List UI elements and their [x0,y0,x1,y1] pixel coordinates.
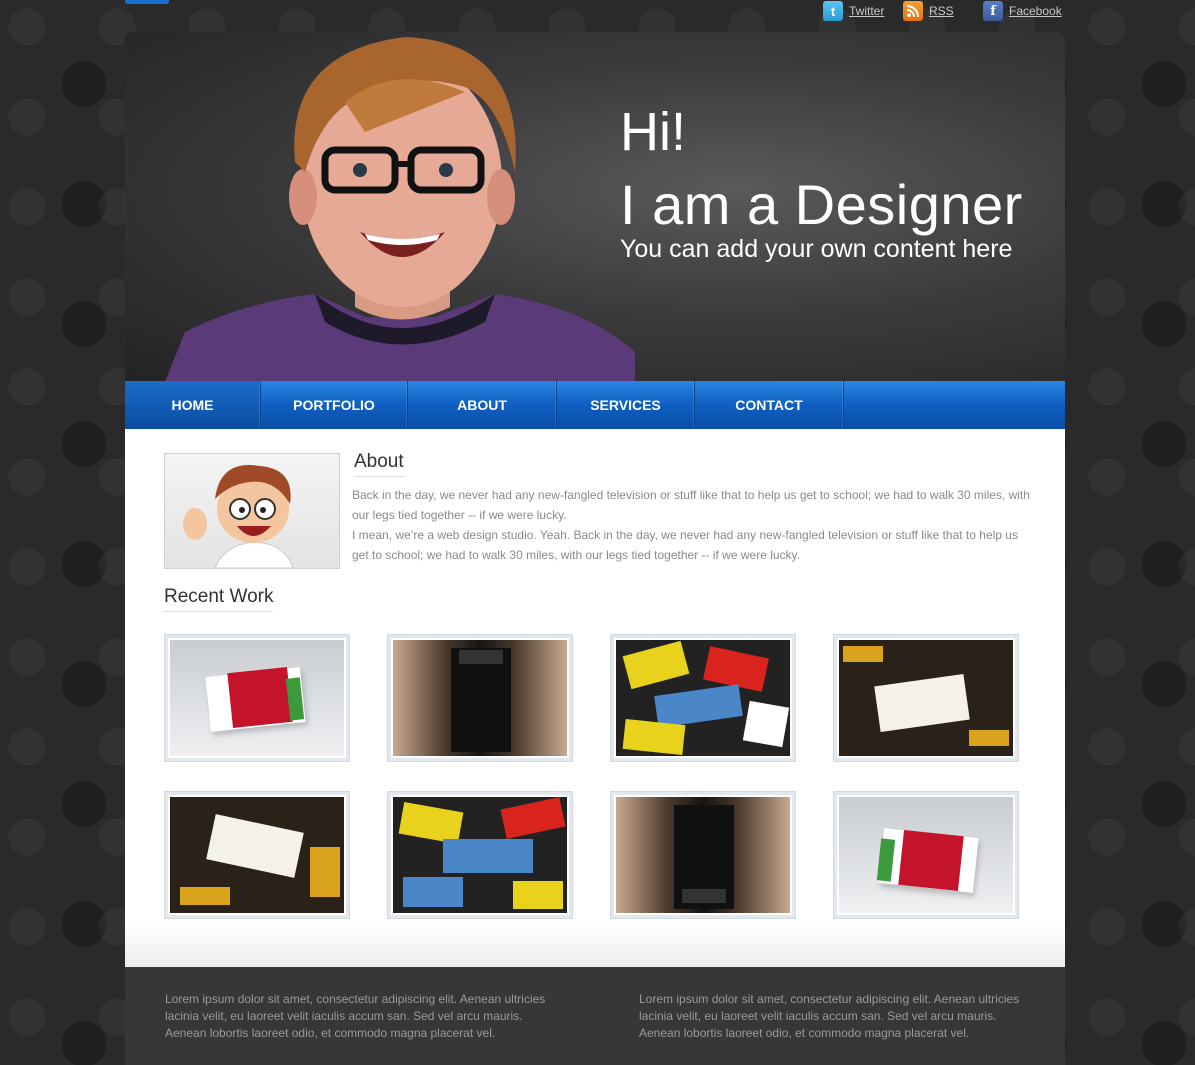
rss-label: RSS [929,4,954,18]
hero-subtitle: You can add your own content here [620,235,1013,263]
hero-greeting: Hi! [620,102,686,162]
hero-banner: Hi! I am a Designer You can add your own… [125,32,1065,382]
cartoon-avatar-image [183,464,294,568]
about-paragraph-1: Back in the day, we never had any new-fa… [352,488,1030,522]
footer: Lorem ipsum dolor sit amet, consectetur … [125,967,1065,1065]
nav-about[interactable]: ABOUT [408,381,557,429]
about-avatar [164,453,340,569]
hero-title: I am a Designer [620,173,1023,236]
twitter-link[interactable]: t Twitter [823,0,884,22]
nav-home[interactable]: HOME [125,381,261,429]
main-nav: HOME PORTFOLIO ABOUT SERVICES CONTACT [125,381,1065,429]
about-paragraph-2: I mean, we’re a web design studio. Yeah.… [352,528,1018,562]
portfolio-thumb[interactable] [165,792,349,918]
portfolio-thumb[interactable] [388,792,572,918]
about-heading: About [354,451,404,477]
rss-icon [903,1,923,21]
twitter-label: Twitter [849,4,885,18]
footer-text-1: Lorem ipsum dolor sit amet, consectetur … [165,992,546,1040]
portfolio-thumb[interactable] [834,635,1018,761]
portfolio-thumb[interactable] [834,792,1018,918]
facebook-icon: f [983,1,1003,21]
rss-link[interactable]: RSS [903,0,954,22]
portfolio-thumb[interactable] [611,635,795,761]
recent-work-heading: Recent Work [164,586,274,612]
footer-text-2: Lorem ipsum dolor sit amet, consectetur … [639,992,1020,1040]
nav-portfolio[interactable]: PORTFOLIO [261,381,408,429]
designer-photo [165,37,635,382]
facebook-link[interactable]: f Facebook [983,0,1062,22]
logo-stub[interactable] [125,0,169,4]
portfolio-thumb[interactable] [165,635,349,761]
portfolio-thumb[interactable] [388,635,572,761]
nav-services[interactable]: SERVICES [557,381,695,429]
twitter-icon: t [823,1,843,21]
portfolio-thumb[interactable] [611,792,795,918]
nav-contact[interactable]: CONTACT [695,381,844,429]
facebook-label: Facebook [1009,4,1062,18]
main-content: About Back in the day, we never had any … [125,429,1065,967]
